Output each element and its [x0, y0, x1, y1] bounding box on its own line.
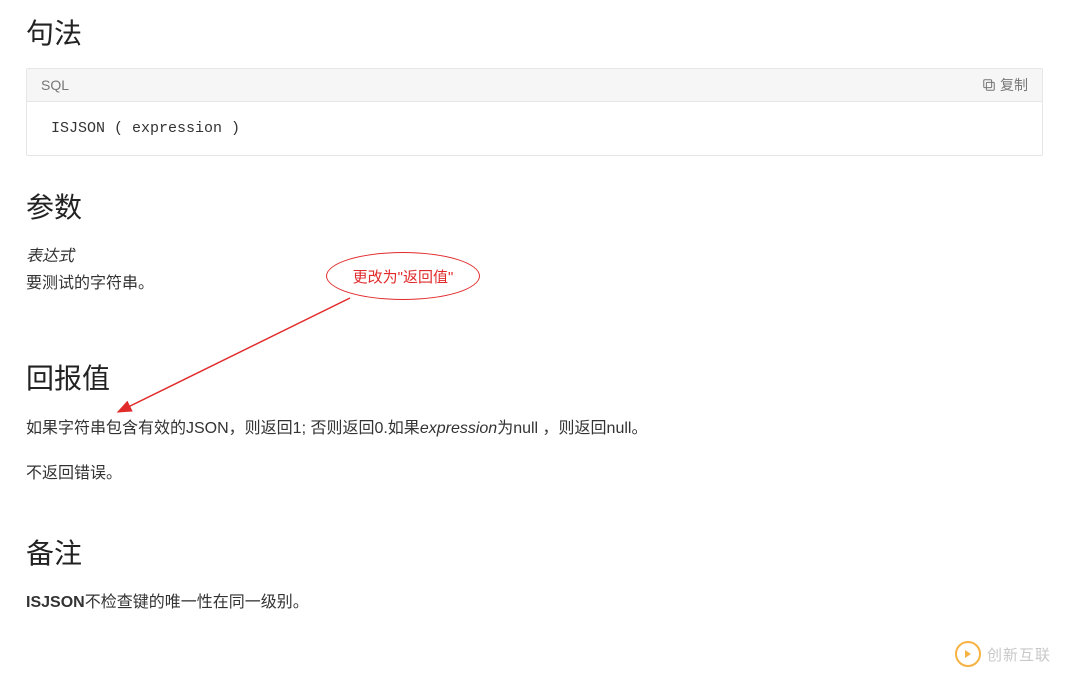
param-name: 表达式	[26, 242, 1043, 266]
return-heading: 回报值	[26, 357, 1043, 397]
param-description: 要测试的字符串。	[26, 270, 1043, 297]
code-language-label: SQL	[41, 77, 69, 93]
return-description-1: 如果字符串包含有效的JSON，则返回1; 否则返回0.如果expression为…	[26, 415, 1043, 442]
copy-button[interactable]: 复制	[982, 75, 1028, 95]
watermark-logo: 创新互联	[955, 641, 1051, 667]
params-heading: 参数	[26, 186, 1043, 226]
watermark-text: 创新互联	[987, 644, 1051, 665]
remarks-heading: 备注	[26, 532, 1043, 572]
watermark-icon	[955, 641, 981, 667]
copy-icon	[982, 78, 996, 92]
syntax-heading: 句法	[26, 12, 1043, 52]
remarks-text: ISJSON不检查键的唯一性在同一级别。	[26, 588, 1043, 612]
return-description-2: 不返回错误。	[26, 460, 1043, 487]
code-block: SQL 复制 ISJSON ( expression )	[26, 68, 1043, 156]
code-content: ISJSON ( expression )	[27, 102, 1042, 155]
copy-label: 复制	[1000, 75, 1028, 95]
